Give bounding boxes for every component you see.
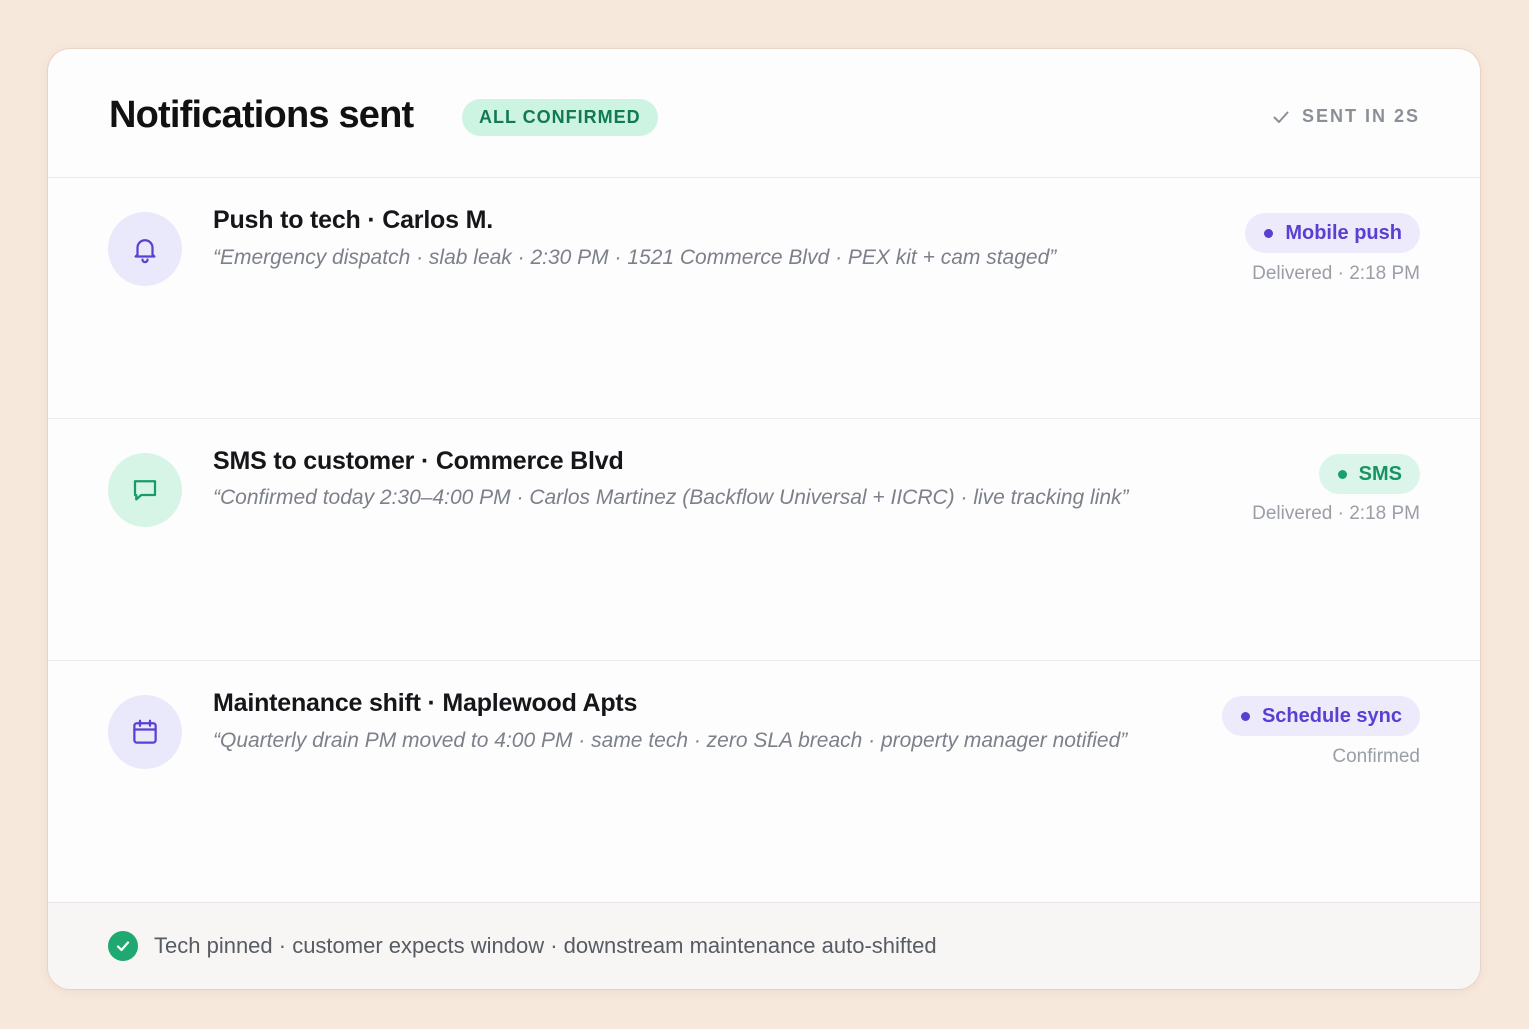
notification-title: Maintenance shift · Maplewood Apts [213,689,638,717]
summary-text: Tech pinned · customer expects window · … [154,933,937,958]
message-icon [133,480,157,501]
sent-time-label: SENT IN 2S [1301,106,1420,126]
channel-label: Mobile push [1285,221,1402,244]
list-item[interactable]: Maintenance shift · Maplewood Apts “Quar… [48,661,1480,903]
notification-message: “Confirmed today 2:30–4:00 PM · Carlos M… [213,486,1129,509]
channel-dot [1337,469,1347,479]
notifications-card: Notifications sent ALL CONFIRMED SENT IN… [48,49,1480,989]
notification-message: “Quarterly drain PM moved to 4:00 PM · s… [213,729,1128,752]
sent-time-meta: SENT IN 2S [1272,106,1420,127]
message-icon-badge [108,453,182,527]
bell-icon [134,239,156,264]
bell-icon-badge [108,212,182,286]
delivery-status: Delivered · 2:18 PM [1252,263,1420,284]
summary-footer: Tech pinned · customer expects window · … [48,903,1480,989]
list-item[interactable]: SMS to customer · Commerce Blvd “Confirm… [48,419,1480,661]
channel-dot [1240,711,1250,721]
channel-label: SMS [1358,462,1402,485]
card-header: Notifications sent ALL CONFIRMED SENT IN… [48,49,1480,178]
check-icon [1273,111,1289,123]
check-circle-icon [108,931,138,961]
list-item[interactable]: Push to tech · Carlos M. “Emergency disp… [48,178,1480,419]
channel-chip-schedule-sync: Schedule sync [1221,696,1420,736]
notification-title: SMS to customer · Commerce Blvd [213,447,624,475]
calendar-icon-badge [108,695,182,769]
channel-dot [1264,228,1274,238]
notification-title: Push to tech · Carlos M. [213,206,493,234]
page-title: Notifications sent [109,94,414,136]
all-confirmed-badge: ALL CONFIRMED [462,99,658,136]
channel-chip-sms: SMS [1318,454,1420,494]
channel-chip-mobile-push: Mobile push [1245,213,1420,253]
notification-message: “Emergency dispatch · slab leak · 2:30 P… [213,246,1057,269]
calendar-icon [133,719,157,744]
channel-label: Schedule sync [1261,704,1402,727]
delivery-status: Delivered · 2:18 PM [1252,503,1420,524]
delivery-status: Confirmed [1332,746,1420,767]
